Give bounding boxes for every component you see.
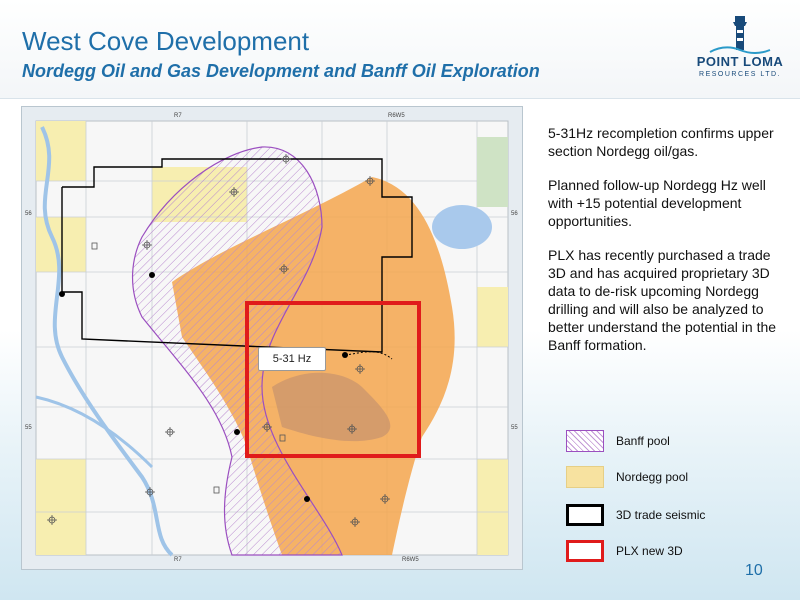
township-label-left-top: 56 — [25, 211, 32, 217]
legend-swatch-nordegg — [566, 466, 604, 488]
range-label-top-left: R7 — [174, 113, 182, 119]
range-label-top-right: R6W5 — [388, 113, 405, 119]
legend-swatch-seismic — [566, 504, 604, 526]
page-number: 10 — [745, 562, 763, 579]
legend-label: Nordegg pool — [616, 470, 689, 484]
bullet-item: PLX has recently purchased a trade 3D an… — [548, 247, 777, 353]
logo-subtitle: RESOURCES LTD. — [699, 71, 781, 78]
logo-name: POINT LOMA — [696, 54, 784, 69]
legend-swatch-plx — [566, 540, 604, 562]
legend-item-nordegg: Nordegg pool — [566, 466, 766, 490]
legend-item-plx: PLX new 3D — [566, 540, 766, 564]
township-label-left-bottom: 55 — [25, 425, 32, 431]
range-label-bottom-right: R6W5 — [402, 557, 419, 563]
page-subtitle: Nordegg Oil and Gas Development and Banf… — [22, 61, 540, 81]
township-label-right-bottom: 55 — [511, 425, 518, 431]
legend-item-banff: Banff pool — [566, 430, 766, 454]
company-logo: POINT LOMA RESOURCES LTD. — [690, 14, 790, 84]
lake — [432, 205, 492, 249]
map-canvas — [22, 107, 522, 569]
bullet-list: 5-31Hz recompletion confirms upper secti… — [548, 124, 788, 370]
legend-label: Banff pool — [616, 434, 670, 448]
legend-item-seismic: 3D trade seismic — [566, 504, 766, 528]
township-label-right-top: 56 — [511, 211, 518, 217]
green-area — [477, 137, 508, 207]
lighthouse-icon — [709, 16, 771, 54]
range-label-bottom-left: R7 — [174, 557, 182, 563]
page-title: West Cove Development — [22, 26, 310, 56]
legend-label: 3D trade seismic — [616, 508, 706, 522]
bullet-item: Planned follow-up Nordegg Hz well with +… — [548, 177, 766, 229]
map-panel: R7 R6W5 R7 R6W5 56 55 56 55 5-31 Hz — [21, 106, 523, 570]
legend-label: PLX new 3D — [616, 544, 683, 558]
well-label-5-31hz: 5-31 Hz — [258, 347, 326, 371]
bullet-item: 5-31Hz recompletion confirms upper secti… — [548, 125, 774, 159]
legend-swatch-banff — [566, 430, 604, 452]
